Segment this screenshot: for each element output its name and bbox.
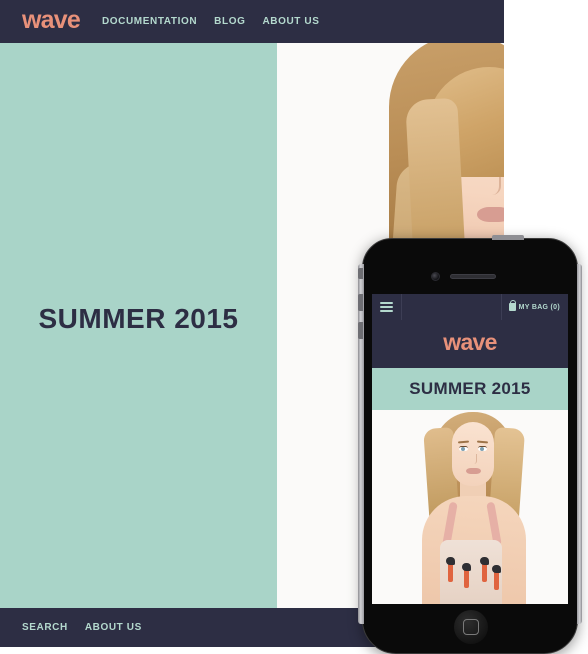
hamburger-icon: [380, 302, 393, 312]
volume-down-button[interactable]: [358, 322, 363, 339]
footer-link-about-us[interactable]: ABOUT US: [85, 622, 142, 633]
home-button[interactable]: [454, 610, 488, 644]
nav-link-about-us[interactable]: ABOUT US: [262, 16, 319, 27]
desktop-hero-title: SUMMER 2015: [38, 303, 239, 334]
screenshot-stage: wave DOCUMENTATION BLOG ABOUT US SUMMER …: [0, 0, 588, 654]
desktop-navbar: wave DOCUMENTATION BLOG ABOUT US: [0, 0, 504, 43]
phone-my-bag-button[interactable]: MY BAG (0): [500, 294, 568, 320]
desktop-nav-links: DOCUMENTATION BLOG ABOUT US: [102, 16, 320, 27]
flamingo-print-motif: [492, 565, 501, 590]
phone-menu-button[interactable]: [372, 294, 402, 320]
home-button-square-icon: [463, 619, 479, 635]
phone-screen: MY BAG (0) wave SUMMER 2015: [372, 294, 568, 604]
phone-my-bag-label: MY BAG (0): [518, 303, 560, 311]
shopping-bag-icon: [508, 300, 517, 311]
desktop-logo[interactable]: wave: [22, 8, 81, 33]
phone-logo[interactable]: wave: [443, 331, 497, 354]
phone-model-nose: [471, 454, 477, 464]
flamingo-print-motif: [480, 557, 489, 582]
phone-hero-title: SUMMER 2015: [372, 368, 568, 410]
front-camera-icon: [431, 272, 440, 281]
power-button[interactable]: [492, 235, 524, 240]
volume-up-button[interactable]: [358, 294, 363, 311]
phone-left-rail: [358, 264, 364, 624]
phone-model-lips: [466, 468, 481, 474]
nav-link-blog[interactable]: BLOG: [214, 16, 245, 27]
phone-model-iris-right: [480, 447, 484, 451]
earpiece-speaker-icon: [450, 274, 496, 279]
phone-topbar: MY BAG (0): [372, 294, 568, 320]
phone-right-rail: [577, 264, 582, 624]
footer-link-search[interactable]: SEARCH: [22, 622, 68, 633]
phone-model-iris-left: [461, 447, 465, 451]
phone-mockup: MY BAG (0) wave SUMMER 2015: [358, 235, 582, 654]
silent-switch-button[interactable]: [358, 268, 363, 279]
flamingo-print-motif: [446, 557, 455, 582]
phone-logo-bar: wave: [372, 320, 568, 368]
flamingo-print-motif: [462, 563, 471, 588]
model-lips: [477, 207, 504, 222]
nav-link-documentation[interactable]: DOCUMENTATION: [102, 16, 197, 27]
phone-hero-photo: [372, 410, 568, 604]
